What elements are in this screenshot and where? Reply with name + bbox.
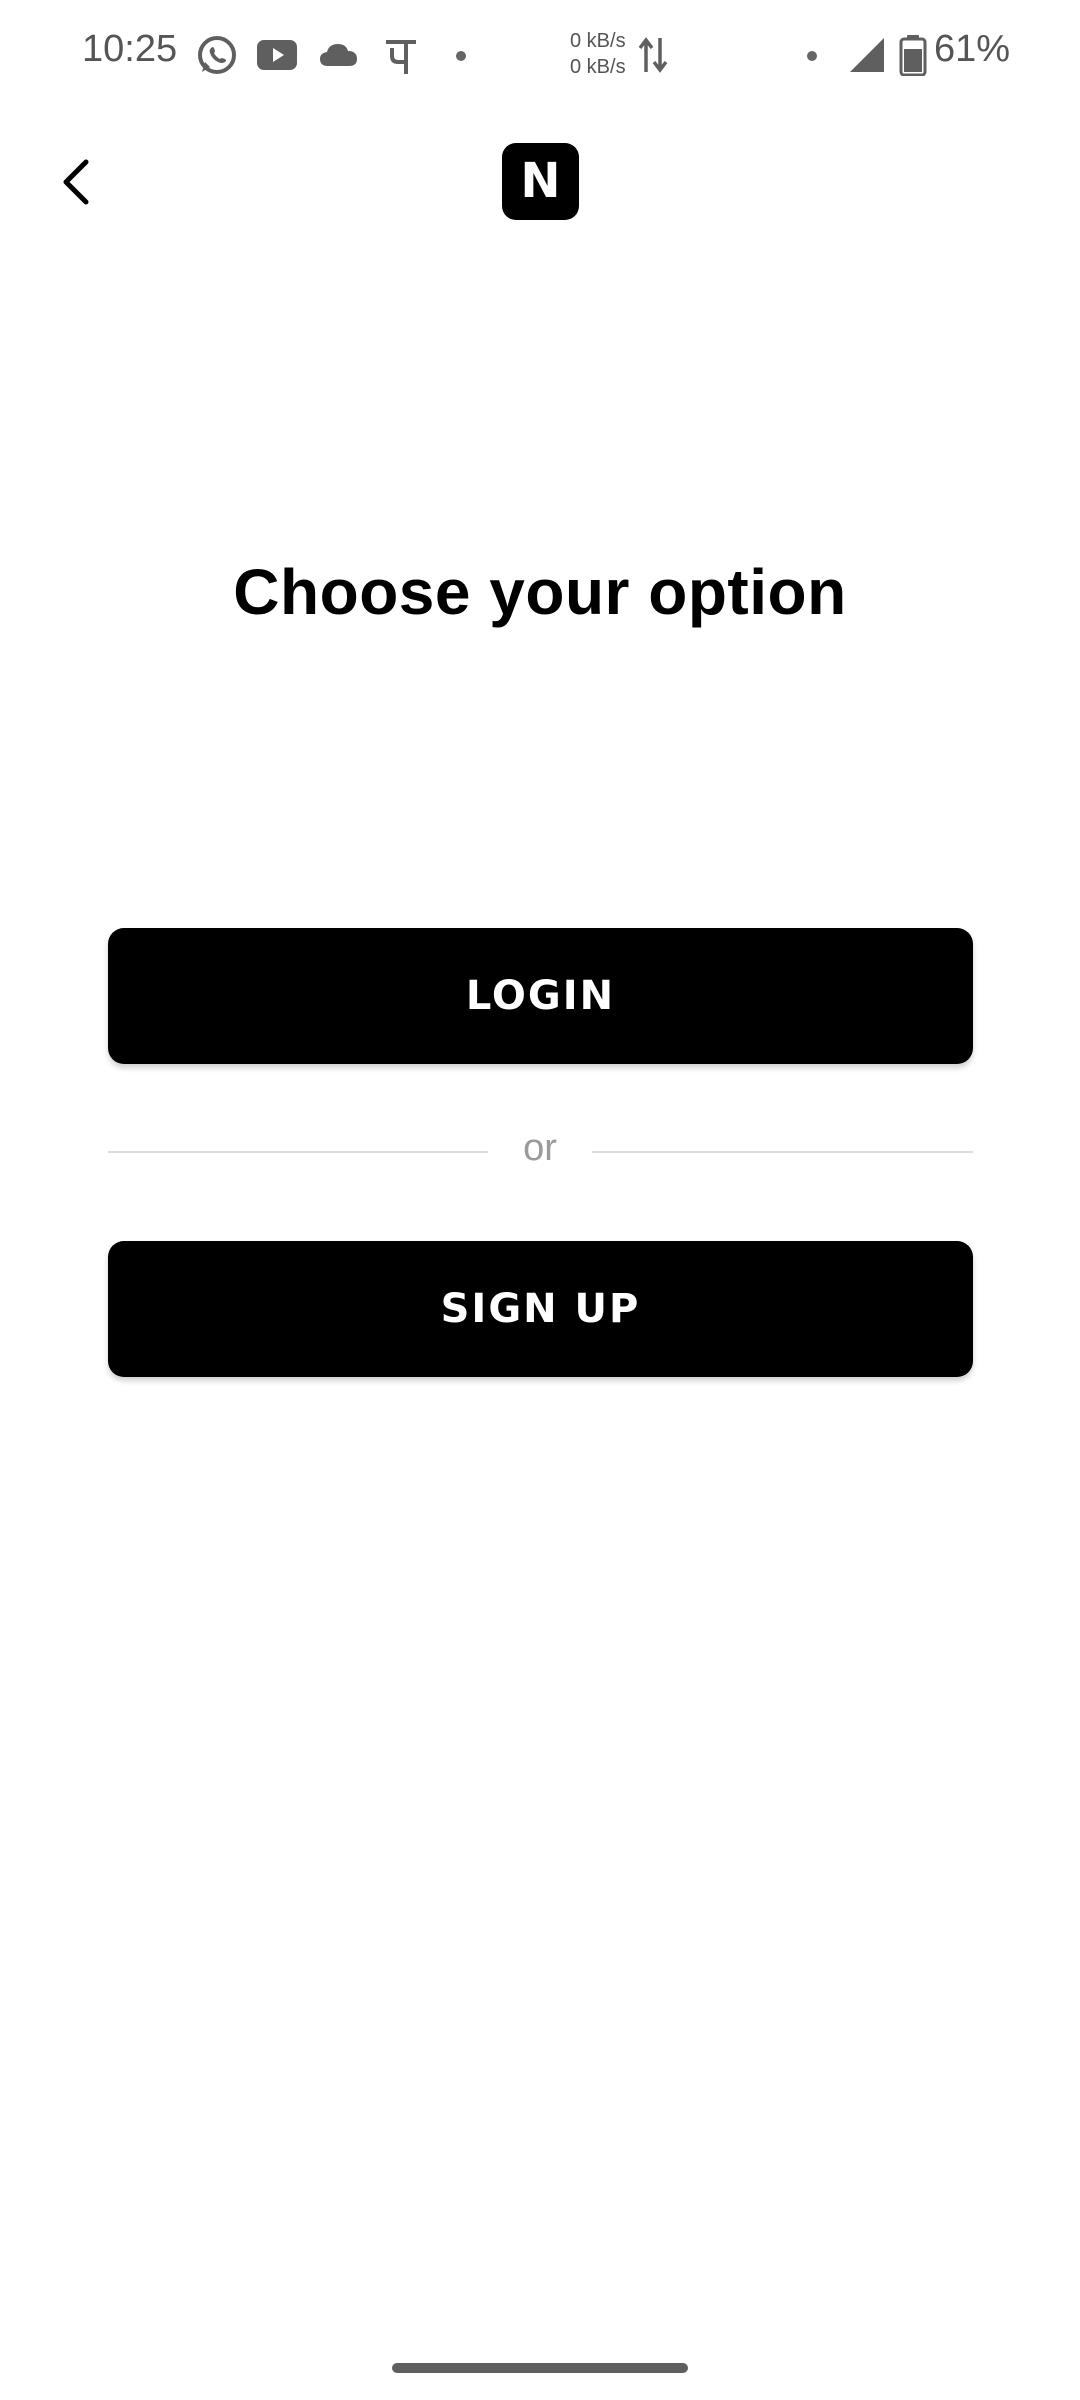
signup-button[interactable]: SIGN UP: [108, 1241, 973, 1377]
battery-percent: 61%: [934, 28, 1011, 70]
home-indicator[interactable]: [392, 2363, 688, 2373]
chevron-left-icon: [63, 159, 89, 205]
net-speed-down: 0 kB/s: [570, 56, 626, 78]
net-speed-up: 0 kB/s: [570, 30, 626, 52]
app-logo: N: [502, 143, 579, 220]
phonepe-icon: [386, 40, 416, 74]
page-title: Choose your option: [233, 556, 847, 628]
signal-icon: [850, 38, 884, 72]
notification-dot-2: [807, 51, 817, 61]
app-logo-letter: N: [520, 153, 561, 209]
status-time: 10:25: [82, 28, 178, 70]
divider-left: [108, 1151, 488, 1153]
back-button[interactable]: [44, 140, 124, 220]
battery-icon: [899, 35, 927, 76]
divider-right: [592, 1151, 973, 1153]
net-speed: 0 kB/s 0 kB/s: [570, 28, 626, 80]
divider-or-text: or: [523, 1127, 557, 1169]
data-transfer-icon: [638, 37, 668, 73]
youtube-icon: [257, 40, 297, 70]
login-button[interactable]: LOGIN: [108, 928, 973, 1064]
cloud-icon: [320, 44, 357, 66]
notification-dot: [456, 51, 466, 61]
status-bar: 10:25 0 kB/s 0 kB/s 61%: [0, 0, 1080, 110]
whatsapp-icon: [198, 36, 236, 74]
